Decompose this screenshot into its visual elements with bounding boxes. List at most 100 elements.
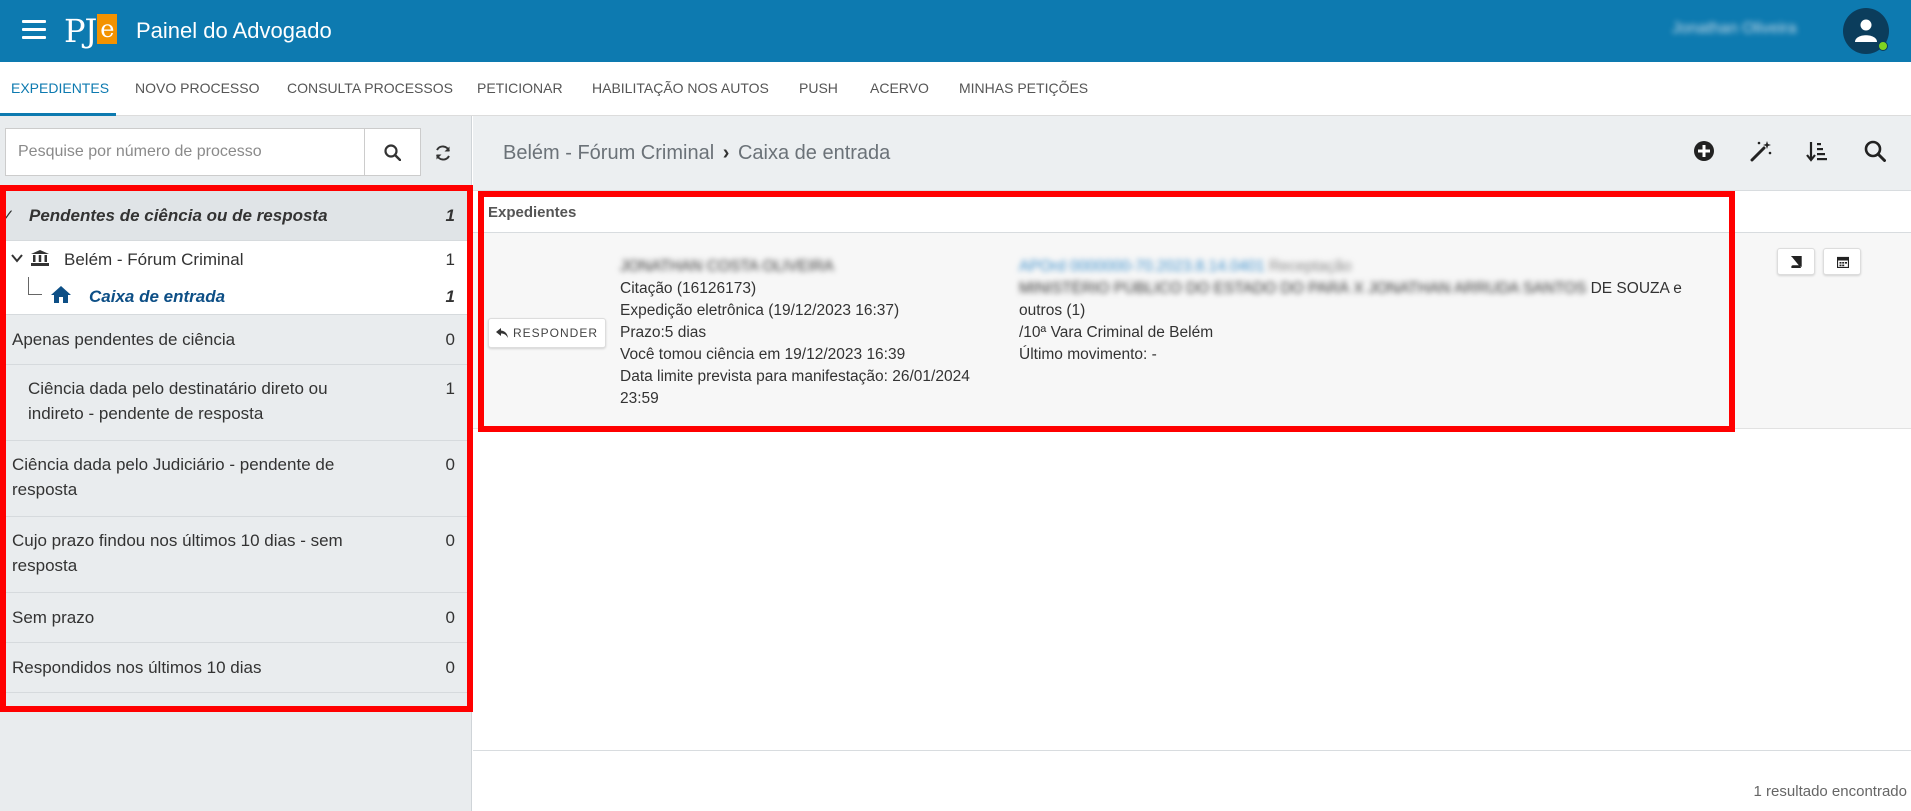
list-item-apenas-pendentes[interactable]: Apenas pendentes de ciência 0 xyxy=(6,315,467,365)
list-item-count: 0 xyxy=(445,330,455,349)
parties: MINISTÉRIO PÚBLICO DO ESTADO DO PARÁ X J… xyxy=(1019,278,1719,300)
process-search-input[interactable] xyxy=(6,129,366,175)
sort-icon xyxy=(1806,142,1827,162)
citation: Citação (16126173) xyxy=(620,280,757,297)
process-number-link[interactable]: APOrd 0000000-70.2023.8.14.0401 xyxy=(1019,258,1265,275)
result-count: 1 resultado encontrado xyxy=(1753,783,1907,800)
tree-item-count: 1 xyxy=(445,287,455,306)
list-item-label: Apenas pendentes de ciência xyxy=(12,330,236,349)
court-name: /10ª Vara Criminal de Belém xyxy=(1019,324,1214,341)
auto-action-button[interactable] xyxy=(1750,140,1772,167)
top-bar: PJ e Painel do Advogado Jonathan Oliveira xyxy=(0,0,1911,62)
footer-divider xyxy=(473,750,1911,751)
respond-label: RESPONDER xyxy=(512,326,598,340)
party-name: JONATHAN COSTA OLIVEIRA xyxy=(620,258,834,275)
tree-item-caixa-de-entrada[interactable]: Caixa de entrada 1 xyxy=(6,277,467,315)
list-item-prazo-findou[interactable]: Cujo prazo findou nos últimos 10 dias - … xyxy=(6,517,467,593)
process-class: Receptação xyxy=(1268,258,1352,275)
menu-icon[interactable] xyxy=(22,20,46,40)
user-icon xyxy=(1855,19,1877,42)
logo-text: PJ xyxy=(64,12,97,50)
refresh-button[interactable] xyxy=(434,144,452,167)
list-item-pendentes[interactable]: ✓ Pendentes de ciência ou de resposta 1 xyxy=(2,191,467,241)
user-avatar[interactable] xyxy=(1843,8,1889,54)
list-item-label: Pendentes de ciência ou de resposta xyxy=(29,206,328,225)
app-title: Painel do Advogado xyxy=(136,18,332,43)
parties-line2: outros (1) xyxy=(1019,302,1086,319)
search-filter-button[interactable] xyxy=(1864,140,1886,167)
list-item-count: 0 xyxy=(445,455,455,474)
tree-item-label: Caixa de entrada xyxy=(89,287,226,306)
tab-novo-processo[interactable]: NOVO PROCESSO xyxy=(135,80,259,96)
reply-icon xyxy=(495,328,508,338)
search-icon xyxy=(384,144,401,161)
chevron-right-icon: › xyxy=(0,390,6,407)
list-item-count: 0 xyxy=(445,658,455,677)
limit-date-line1: Data limite prevista para manifestação: … xyxy=(620,368,970,385)
breadcrumb-part1[interactable]: Belém - Fórum Criminal xyxy=(503,142,714,164)
content-header: Belém - Fórum Criminal › Caixa de entrad… xyxy=(473,116,1911,191)
list-item-label-line1: Cujo prazo findou nos últimos 10 dias - … xyxy=(12,531,343,550)
process-details: APOrd 0000000-70.2023.8.14.0401 Receptaç… xyxy=(1019,256,1719,366)
list-item-label-line2: resposta xyxy=(12,480,78,499)
tab-consulta-processos[interactable]: CONSULTA PROCESSOS xyxy=(287,80,453,96)
main-nav: EXPEDIENTES NOVO PROCESSO CONSULTA PROCE… xyxy=(0,62,1911,116)
expediente-details: JONATHAN COSTA OLIVEIRA Citação (1612617… xyxy=(620,256,970,410)
calendar-icon xyxy=(1837,256,1849,268)
refresh-icon xyxy=(436,145,450,161)
plus-circle-icon xyxy=(1694,141,1714,161)
calendar-button[interactable] xyxy=(1823,248,1861,275)
logo-e: e xyxy=(97,14,118,44)
list-item-label-line1: Ciência dada pelo destinatário direto ou xyxy=(28,379,328,398)
tab-peticionar[interactable]: PETICIONAR xyxy=(477,80,563,96)
breadcrumb-part2[interactable]: Caixa de entrada xyxy=(738,142,890,164)
list-item-respondidos[interactable]: Respondidos nos últimos 10 dias 0 xyxy=(6,643,467,693)
tree-item-label: Belém - Fórum Criminal xyxy=(64,250,244,269)
online-status-dot xyxy=(1878,41,1888,51)
sort-button[interactable] xyxy=(1806,140,1828,167)
list-item-label-line1: Ciência dada pelo Judiciário - pendente … xyxy=(12,455,335,474)
magic-wand-icon xyxy=(1750,141,1772,162)
breadcrumb-separator: › xyxy=(722,142,730,164)
list-item-label: Respondidos nos últimos 10 dias xyxy=(12,658,262,677)
awareness-date: Você tomou ciência em 19/12/2023 16:39 xyxy=(620,346,906,363)
expedition-date: Expedição eletrônica (19/12/2023 16:37) xyxy=(620,302,900,319)
deadline: Prazo:5 dias xyxy=(620,324,707,341)
tab-minhas-peticoes[interactable]: MINHAS PETIÇÕES xyxy=(959,80,1088,96)
list-item-ciencia-judiciario[interactable]: Ciência dada pelo Judiciário - pendente … xyxy=(6,441,467,517)
add-button[interactable] xyxy=(1693,140,1715,167)
tree-item-belem-forum-criminal[interactable]: Belém - Fórum Criminal 1 xyxy=(6,241,467,277)
list-item-count: 0 xyxy=(445,531,455,550)
tab-habilitacao-nos-autos[interactable]: HABILITAÇÃO NOS AUTOS xyxy=(592,80,769,96)
tree-connector xyxy=(28,277,42,295)
check-icon: ✓ xyxy=(2,207,15,224)
list-item-count: 1 xyxy=(445,206,455,225)
search-button[interactable] xyxy=(365,128,421,176)
process-search-box xyxy=(5,128,366,176)
limit-date-line2: 23:59 xyxy=(620,390,659,407)
search-icon xyxy=(1864,140,1886,162)
tree-item-count: 1 xyxy=(445,250,455,269)
parties-tail: DE SOUZA e xyxy=(1586,280,1682,297)
tab-expedientes[interactable]: EXPEDIENTES xyxy=(11,80,109,96)
respond-button[interactable]: RESPONDER xyxy=(488,318,606,348)
parties-blurred: MINISTÉRIO PÚBLICO DO ESTADO DO PARÁ X J… xyxy=(1019,280,1587,297)
section-title: Expedientes xyxy=(488,204,577,221)
tab-acervo[interactable]: ACERVO xyxy=(870,80,929,96)
chevron-down-icon xyxy=(11,254,23,263)
view-document-button[interactable] xyxy=(1777,248,1815,275)
list-item-count: 0 xyxy=(445,608,455,627)
list-item-count: 1 xyxy=(445,379,455,398)
list-item-label-line2: indireto - pendente de resposta xyxy=(28,404,264,423)
list-item-sem-prazo[interactable]: Sem prazo 0 xyxy=(6,593,467,643)
home-icon xyxy=(51,286,71,303)
breadcrumb: Belém - Fórum Criminal › Caixa de entrad… xyxy=(503,142,890,165)
list-item-label: Sem prazo xyxy=(12,608,95,627)
book-icon xyxy=(1791,256,1802,268)
courthouse-icon xyxy=(31,250,49,266)
tab-push[interactable]: PUSH xyxy=(799,80,838,96)
list-item-ciencia-destinatario[interactable]: › Ciência dada pelo destinatário direto … xyxy=(0,365,467,441)
pje-logo[interactable]: PJ e xyxy=(64,8,118,54)
user-name[interactable]: Jonathan Oliveira xyxy=(1672,20,1797,38)
last-movement: Último movimento: - xyxy=(1019,346,1157,363)
